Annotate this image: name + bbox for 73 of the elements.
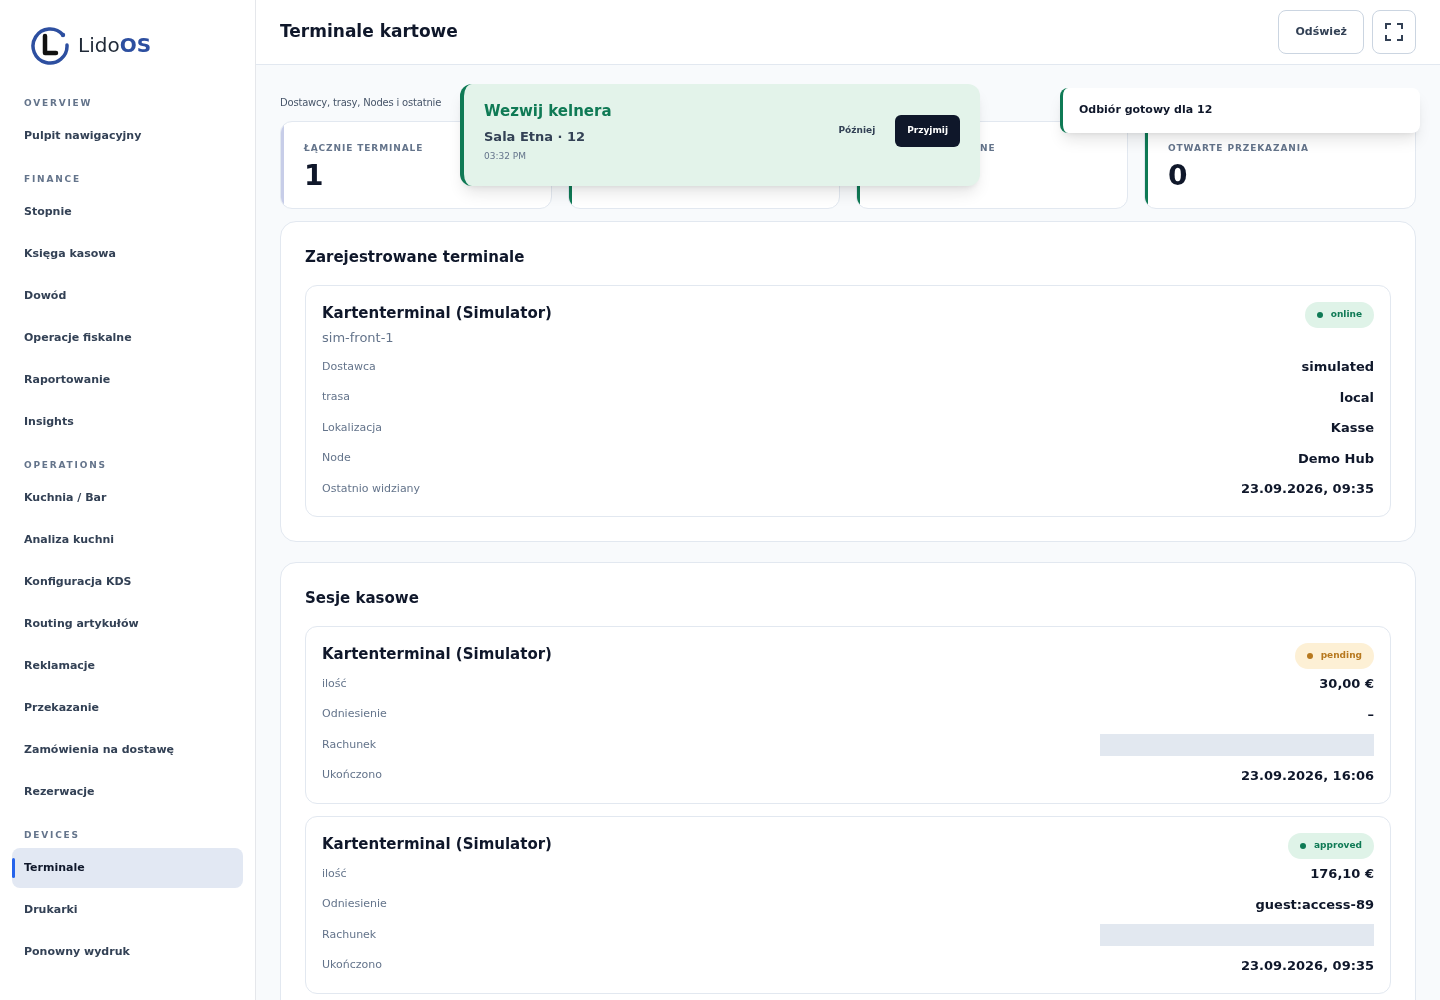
sidebar-item[interactable]: Zamówienia na dostawę	[12, 730, 243, 770]
field-label: Odniesienie	[322, 896, 387, 912]
notification-title: Wezwij kelnera	[484, 101, 612, 122]
sidebar-item[interactable]: Routing artykułów	[12, 604, 243, 644]
sidebar-item[interactable]: Raportowanie	[12, 360, 243, 400]
later-button[interactable]: Później	[830, 124, 884, 138]
field-label: Ostatnio widziany	[322, 480, 421, 497]
section-title: Sesje kasowe	[305, 588, 420, 609]
sidebar-item[interactable]: Przekazanie	[12, 688, 243, 728]
section-heading: DEVICES	[23, 829, 81, 843]
sidebar-item[interactable]: Księga kasowa	[12, 234, 243, 274]
field-value: simulated	[1301, 358, 1374, 376]
field-value: Kasse	[1330, 419, 1374, 437]
field-value: Demo Hub	[1297, 449, 1374, 468]
brand-name: LidoOS	[78, 32, 152, 59]
stat-value: 0	[1168, 157, 1188, 194]
sidebar-item[interactable]: Analiza kuchni	[12, 520, 243, 560]
sidebar-item[interactable]: Reklamacje	[12, 646, 243, 686]
notification-time: 03:32 PM	[484, 150, 527, 163]
field-label: Dostawca	[322, 358, 376, 375]
page-title: Terminale kartowe	[280, 20, 458, 44]
stat-label: OTWARTE PRZEKAZANIA	[1168, 142, 1309, 155]
field-label: Rachunek	[322, 736, 377, 753]
field-value: 23.09.2026, 16:06	[1240, 766, 1374, 785]
section-heading: OPERATIONS	[23, 459, 108, 473]
sidebar-item[interactable]: Kuchnia / Bar	[12, 478, 243, 518]
sidebar-item[interactable]: Konfiguracja KDS	[12, 562, 243, 602]
sidebar-item[interactable]: Terminale	[12, 848, 243, 888]
card-subtitle: sim-front-1	[322, 329, 395, 347]
sidebar-item[interactable]: Stopnie	[12, 192, 243, 232]
sidebar-item[interactable]: Insights	[12, 402, 243, 442]
field-label: Odniesienie	[322, 706, 387, 722]
field-value: guest:access-89	[1255, 895, 1374, 914]
refresh-button[interactable]: Odśwież	[1278, 10, 1364, 54]
field-label: Ukończono	[322, 957, 382, 973]
logo-icon	[30, 25, 70, 65]
notification-title: Odbiór gotowy dla 12	[1079, 102, 1213, 119]
field-value: 30,00 €	[1319, 675, 1374, 693]
field-value: local	[1339, 388, 1374, 407]
field-value: 23.09.2026, 09:35	[1240, 480, 1374, 498]
field-label: Ukończono	[322, 767, 382, 783]
status-badge: online	[1304, 301, 1374, 328]
sidebar-item[interactable]: Dowód	[12, 276, 243, 316]
field-value: –	[1367, 705, 1374, 724]
sidebar-item[interactable]: Drukarki	[12, 890, 243, 930]
stat-value: 1	[304, 157, 324, 194]
field-value: 23.09.2026, 09:35	[1240, 956, 1374, 975]
fullscreen-button[interactable]	[1372, 10, 1416, 54]
sidebar-item[interactable]: Ponowny wydruk	[12, 932, 243, 972]
accept-button[interactable]: Przyjmij	[895, 115, 960, 147]
field-label: Node	[322, 450, 351, 466]
field-label: Lokalizacja	[322, 419, 383, 436]
stat-label: NE	[980, 142, 996, 155]
fullscreen-icon	[1385, 23, 1403, 41]
notification-detail: Sala Etna · 12	[484, 127, 587, 146]
stat-label: ŁĄCZNIE TERMINALE	[304, 142, 424, 155]
field-label: trasa	[322, 389, 351, 405]
sidebar-item[interactable]: Pulpit nawigacyjny	[12, 116, 243, 156]
field-label: ilość	[322, 865, 347, 882]
status-badge: pending	[1294, 642, 1374, 669]
status-badge: approved	[1288, 832, 1374, 859]
card-title: Kartenterminal (Simulator)	[322, 643, 552, 665]
sidebar-item[interactable]: Operacje fiskalne	[12, 318, 243, 358]
card-title: Kartenterminal (Simulator)	[322, 302, 552, 324]
sidebar-item[interactable]: Rezerwacje	[12, 772, 243, 812]
field-value: 176,10 €	[1310, 865, 1374, 883]
card-title: Kartenterminal (Simulator)	[322, 833, 552, 855]
section-heading: FINANCE	[23, 173, 82, 187]
field-label: ilość	[322, 675, 347, 692]
page-subtitle: Dostawcy, trasy, Nodes i ostatnie	[280, 97, 442, 108]
section-title: Zarejestrowane terminale	[305, 247, 526, 268]
field-label: Rachunek	[322, 926, 377, 943]
section-heading: OVERVIEW	[23, 97, 94, 111]
